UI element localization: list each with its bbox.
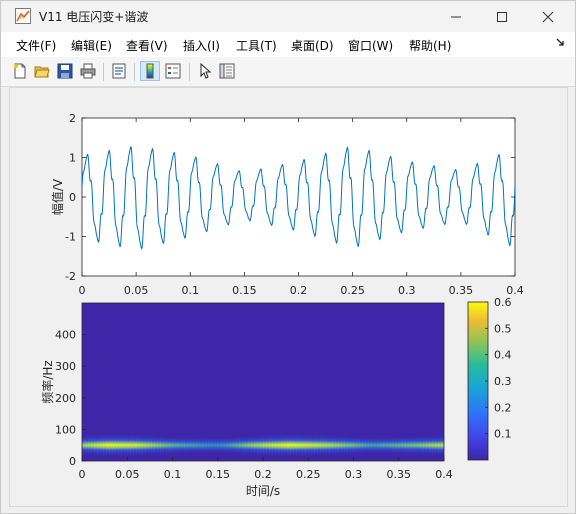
link-plot-icon [112, 63, 126, 79]
insert-legend-icon [165, 63, 181, 79]
waveform-ytick-label: 2 [69, 112, 76, 125]
insert-colorbar-icon [146, 63, 154, 79]
maximize-icon [497, 12, 507, 22]
window-title: V11 电压闪变+谐波 [39, 10, 149, 24]
colorbar-tick-label: 0.5 [494, 322, 512, 335]
save-icon [57, 63, 73, 79]
close-button[interactable] [525, 1, 571, 32]
dock-arrow-icon[interactable] [556, 38, 565, 47]
spectrogram-ytick-label: 100 [55, 423, 76, 436]
edit-plot-button[interactable] [195, 61, 215, 81]
waveform-ylabel: 幅值/V [50, 178, 65, 215]
minimize-icon [451, 16, 461, 18]
matlab-figure-icon [15, 8, 31, 24]
open-file-icon [34, 66, 50, 78]
new-figure-button[interactable] [10, 61, 30, 81]
edit-plot-icon [200, 63, 212, 79]
spectrogram-xtick-label: 0.2 [254, 468, 272, 481]
spectrogram-axes[interactable]: 400 300 200 100 0 0 0.05 0.1 0.15 0.2 0.25 0.3 0.35… [40, 302, 453, 498]
waveform-xtick-label: 0 [79, 284, 86, 297]
menu-desktop[interactable]: 桌面(D) [291, 37, 334, 54]
figure-axes: 2 1 0 -1 -2 0 0.05 0.1 0.15 0.2 0.25 0.3 0.35 0.4 幅值… [40, 112, 524, 498]
menu-file[interactable]: 文件(F) [16, 37, 56, 54]
menu-bar: 文件(F) 编辑(E) 查看(V) 插入(I) 工具(T) 桌面(D) 窗口(W… [1, 32, 575, 57]
property-inspector-button[interactable] [217, 61, 237, 81]
insert-colorbar-button[interactable] [140, 61, 160, 81]
spectrogram-xtick-label: 0.4 [435, 468, 453, 481]
spectrogram-xtick-label: 0.35 [387, 468, 412, 481]
spectrogram-ytick-label: 0 [69, 455, 76, 468]
waveform-axes[interactable]: 210-1-2 0 0.05 0.1 0.15 0.2 0.25 0.3 0.35 0.4 幅值… [50, 112, 524, 297]
waveform-xtick-label: 0.25 [340, 284, 365, 297]
spectrogram-xtick-label: 0.15 [206, 468, 231, 481]
spectrogram-ytick-label: 400 [55, 329, 76, 342]
menu-tools[interactable]: 工具(T) [236, 37, 277, 54]
toolbar-separator [103, 63, 104, 81]
colorbar-tick-label: 0.1 [494, 428, 512, 441]
toolbar [1, 57, 575, 87]
insert-legend-button[interactable] [163, 61, 183, 81]
waveform-ytick-label: -2 [65, 270, 76, 283]
waveform-xtick-label: 0.2 [290, 284, 308, 297]
toolbar-separator [189, 63, 190, 81]
minimize-button[interactable] [433, 1, 479, 32]
new-figure-icon [14, 63, 26, 79]
waveform-ytick-label: -1 [65, 231, 76, 244]
spectrogram-xlabel: 时间/s [246, 484, 280, 498]
colorbar-tick-label: 0.6 [494, 296, 512, 309]
menu-window[interactable]: 窗口(W) [348, 37, 393, 54]
spectrogram-xtick-label: 0.25 [296, 468, 321, 481]
waveform-xtick-label: 0.3 [398, 284, 416, 297]
waveform-xtick-label: 0.1 [182, 284, 200, 297]
figure-window: V11 电压闪变+谐波 文件(F) 编辑(E) 查看(V) 插入(I) 工具(T… [0, 0, 576, 514]
menu-edit[interactable]: 编辑(E) [71, 37, 112, 54]
spectrogram-xtick-label: 0 [79, 468, 86, 481]
menu-help[interactable]: 帮助(H) [409, 37, 451, 54]
open-file-button[interactable] [32, 61, 52, 81]
print-button[interactable] [78, 61, 98, 81]
spectrogram-xtick-label: 0.3 [345, 468, 363, 481]
waveform-xtick-label: 0.35 [449, 284, 474, 297]
property-inspector-icon [219, 63, 235, 79]
spectrogram-ytick-label: 300 [55, 360, 76, 373]
spectrogram-xtick-label: 0.05 [115, 468, 140, 481]
colorbar-tick-label: 0.2 [494, 401, 512, 414]
waveform-xtick-label: 0.15 [232, 284, 257, 297]
spectrogram-ytick-label: 200 [55, 392, 76, 405]
waveform-ytick-label: 0 [69, 191, 76, 204]
menu-view[interactable]: 查看(V) [126, 37, 168, 54]
save-button[interactable] [55, 61, 75, 81]
print-icon [80, 63, 96, 79]
waveform-ytick-label: 1 [69, 152, 76, 165]
waveform-xtick-label: 0.05 [124, 284, 149, 297]
colorbar[interactable]: 0.6 0.5 0.4 0.3 0.2 0.1 [467, 296, 512, 461]
maximize-button[interactable] [479, 1, 525, 32]
colorbar-tick-label: 0.4 [494, 349, 512, 362]
link-plot-button[interactable] [109, 61, 129, 81]
menu-insert[interactable]: 插入(I) [183, 37, 220, 54]
close-icon [542, 11, 554, 23]
spectrogram-ylabel: 频率/Hz [40, 360, 55, 403]
toolbar-separator [134, 63, 135, 81]
spectrogram-xtick-label: 0.1 [164, 468, 182, 481]
colorbar-tick-label: 0.3 [494, 375, 512, 388]
title-bar[interactable]: V11 电压闪变+谐波 [1, 1, 575, 32]
